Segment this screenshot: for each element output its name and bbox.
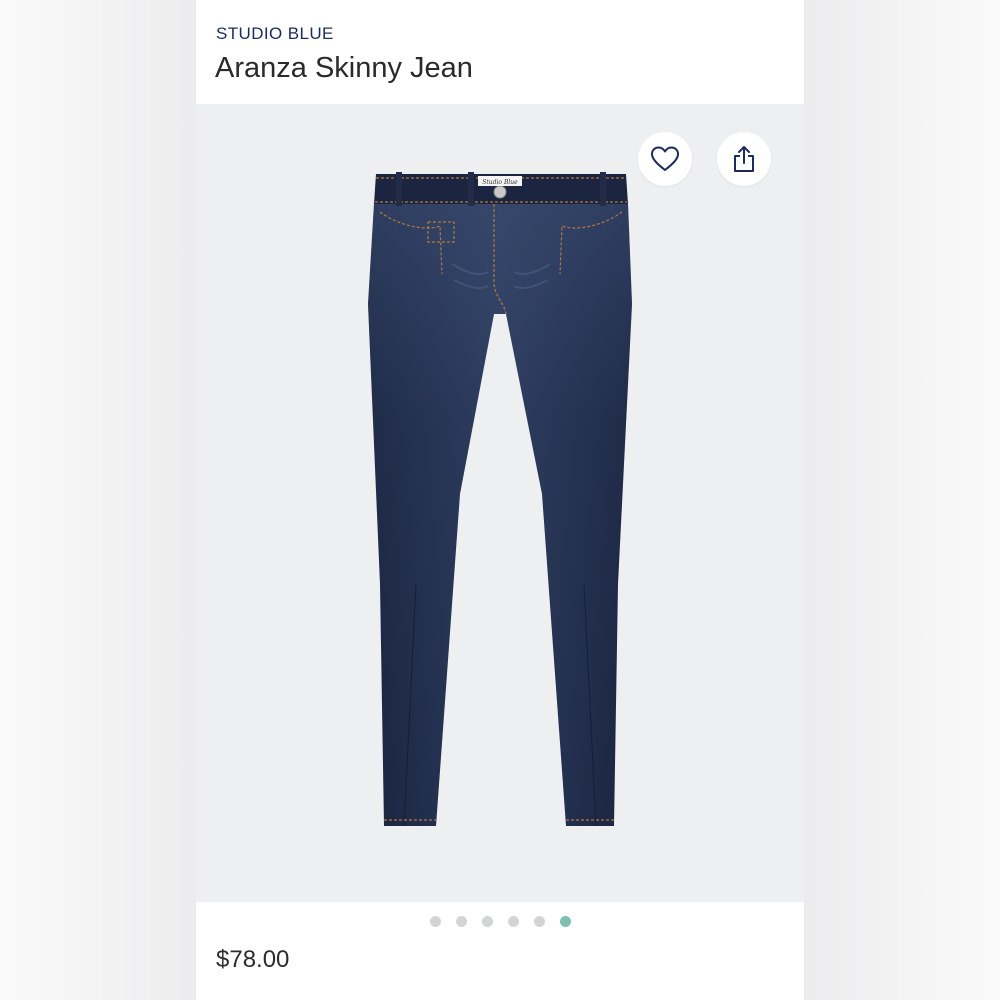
favorite-button[interactable] bbox=[638, 132, 692, 186]
right-backdrop bbox=[804, 0, 1000, 1000]
carousel-dot[interactable] bbox=[533, 916, 545, 927]
carousel-dot[interactable] bbox=[429, 916, 441, 927]
brand-name[interactable]: STUDIO BLUE bbox=[216, 24, 334, 44]
carousel-dot[interactable] bbox=[455, 916, 467, 927]
carousel-dot[interactable] bbox=[559, 916, 571, 927]
left-backdrop bbox=[0, 0, 196, 1000]
product-image-area[interactable]: Studio Blue bbox=[196, 104, 804, 902]
heart-icon bbox=[651, 146, 679, 171]
share-button[interactable] bbox=[717, 132, 771, 186]
jeans-product-photo: Studio Blue bbox=[368, 172, 632, 827]
share-icon bbox=[734, 146, 754, 172]
product-card: STUDIO BLUE Aranza Skinny Jean Studio Bl… bbox=[196, 0, 804, 1000]
carousel-dot[interactable] bbox=[507, 916, 519, 927]
carousel-dot[interactable] bbox=[481, 916, 493, 927]
product-title: Aranza Skinny Jean bbox=[215, 52, 473, 84]
image-carousel-indicator bbox=[196, 916, 804, 928]
jeans-label-text: Studio Blue bbox=[482, 179, 518, 186]
product-price: $78.00 bbox=[216, 946, 290, 973]
